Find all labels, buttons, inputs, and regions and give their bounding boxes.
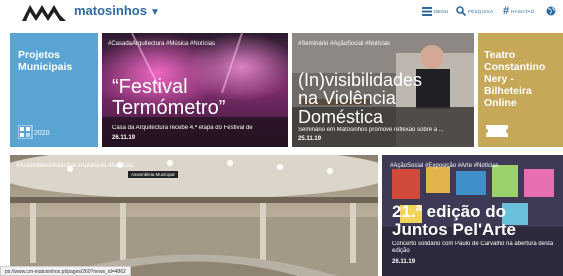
tile-caption: Concerto solidário com Paulo de Carvalho… bbox=[392, 241, 554, 255]
tile-invisibilidades[interactable]: #Seminário #AçãoSocial #Notícias (In)vis… bbox=[292, 33, 474, 147]
language-button[interactable] bbox=[546, 4, 556, 18]
menu-icon bbox=[422, 6, 432, 16]
status-bar-url: ps://www.cm-matosinhos.pt/pages/260?news… bbox=[0, 266, 131, 276]
tile-projetos-municipais[interactable]: Projetos Municipais 2020 bbox=[10, 33, 98, 147]
hashtag-icon: # bbox=[503, 5, 510, 17]
tile-date: 26.11.19 bbox=[392, 259, 416, 265]
tile-teatro-constantino-nery[interactable]: Teatro Constantino Nery - Bilheteira Onl… bbox=[478, 33, 563, 147]
svg-text:2020: 2020 bbox=[34, 130, 50, 137]
tile-title: 21.ª edição do Juntos Pel'Arte bbox=[392, 203, 516, 239]
title-line: “Festival bbox=[112, 76, 188, 98]
brand-name: matosinhos bbox=[74, 3, 147, 18]
tile-title: Projetos Municipais bbox=[18, 49, 72, 73]
tile-date: 25.11.19 bbox=[298, 136, 322, 142]
ticket-icon bbox=[486, 125, 508, 137]
title-line: Bilheteira bbox=[484, 85, 532, 98]
title-line: Online bbox=[484, 97, 517, 110]
search-label: PESQUISA bbox=[468, 8, 494, 14]
tile-title: (In)visibilidades na Violência Doméstica bbox=[298, 71, 422, 126]
search-button[interactable]: PESQUISA bbox=[456, 4, 493, 18]
title-line: (In)visibilidades bbox=[298, 70, 423, 90]
title-line: Projetos bbox=[18, 49, 61, 61]
title-line: Municipais bbox=[18, 61, 73, 74]
tile-tags: #AssembleiaMunicipal #Autarquia #Notícia… bbox=[16, 163, 134, 169]
site-header: matosinhos ▼ MENU PESQUISA # HASHTAG bbox=[0, 0, 563, 24]
hashtag-label: HASHTAG bbox=[511, 8, 535, 14]
tile-juntos-pelarte[interactable]: #AçãoSocial #Exposição #Arte #Notícias 2… bbox=[382, 155, 563, 276]
menu-label: MENU bbox=[434, 8, 449, 14]
title-line: Juntos Pel'Arte bbox=[392, 219, 517, 239]
portugal-2020-badge-icon: 2020 bbox=[18, 125, 50, 139]
tile-festival-termometro[interactable]: #CasadaArquitectura #Música #Notícias “F… bbox=[102, 33, 288, 147]
tile-title: Teatro Constantino Nery - Bilheteira Onl… bbox=[484, 49, 545, 109]
tile-tags: #Seminário #AçãoSocial #Notícias bbox=[298, 41, 391, 47]
title-line: Nery - bbox=[484, 73, 514, 86]
tile-assembleia-municipal[interactable]: #AssembleiaMunicipal #Autarquia #Notícia… bbox=[10, 155, 378, 276]
search-icon bbox=[456, 6, 466, 16]
globe-icon bbox=[546, 6, 556, 16]
matosinhos-logo[interactable] bbox=[20, 2, 68, 22]
tile-caption: Casa da Arquitectura recebe 4.ª etapa do… bbox=[112, 125, 253, 131]
assembly-hall-photo bbox=[10, 155, 378, 276]
tile-date: 26.11.19 bbox=[112, 135, 136, 141]
title-line: Constantino bbox=[484, 61, 546, 74]
tile-title: “Festival Termómetro” bbox=[112, 77, 225, 119]
tile-tags: #CasadaArquitectura #Música #Notícias bbox=[108, 41, 216, 47]
menu-button[interactable]: MENU bbox=[422, 4, 448, 18]
title-line: Teatro bbox=[484, 49, 516, 61]
hashtag-button[interactable]: # HASHTAG bbox=[503, 4, 535, 18]
title-line: 21.ª edição do bbox=[392, 202, 506, 221]
title-line: Termómetro” bbox=[112, 97, 226, 119]
title-line: Doméstica bbox=[298, 106, 384, 127]
tile-caption: Seminário em Matosinhos promove reflexão… bbox=[298, 127, 444, 133]
tile-tags: #AçãoSocial #Exposição #Arte #Notícias bbox=[390, 163, 499, 169]
chevron-down-icon: ▼ bbox=[149, 7, 160, 18]
tooltip-label: Assembleia Municipal bbox=[128, 171, 178, 178]
title-line: na Violência bbox=[298, 88, 396, 109]
brand-dropdown[interactable]: matosinhos ▼ bbox=[74, 3, 160, 18]
